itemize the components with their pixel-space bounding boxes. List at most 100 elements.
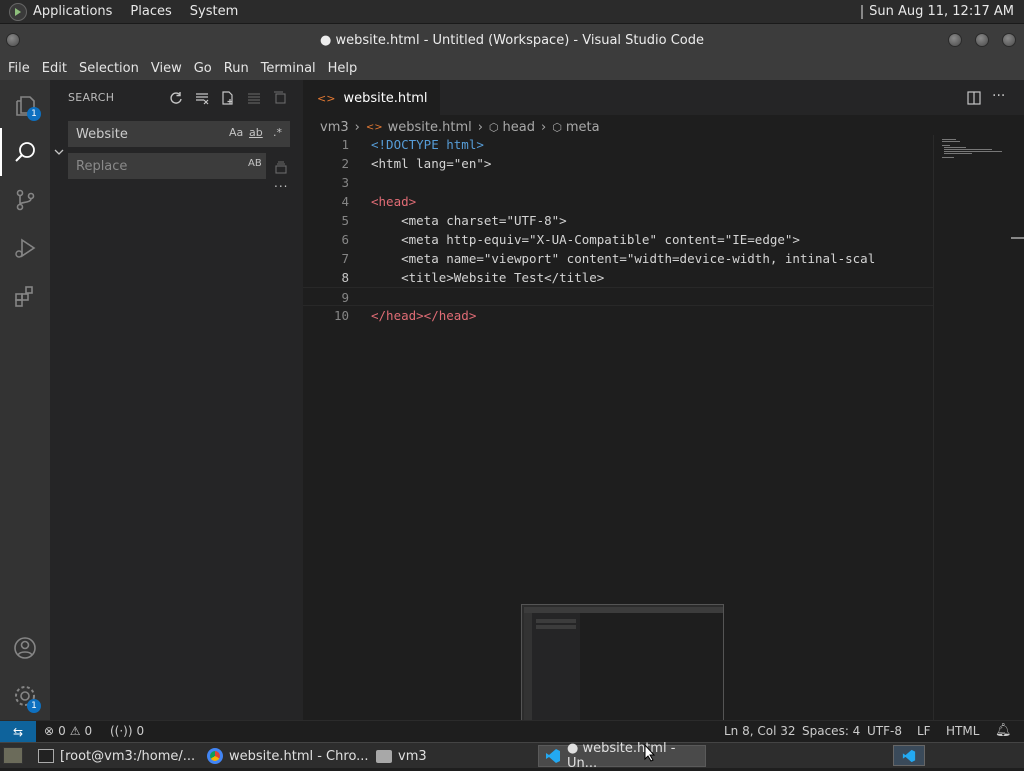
menu-go[interactable]: Go [188, 61, 218, 76]
run-debug-icon [15, 238, 36, 258]
menu-selection[interactable]: Selection [73, 61, 145, 76]
system-menu-applications[interactable]: Applications [33, 4, 112, 19]
minimap-line [944, 149, 992, 150]
minimap-line [944, 153, 972, 154]
replace-all-icon [275, 161, 287, 174]
preview-input [536, 625, 576, 629]
line-text: <title>Website Test</title> [371, 270, 605, 285]
extensions-icon [15, 286, 33, 307]
new-search-editor-button[interactable] [218, 88, 238, 108]
match-case-toggle[interactable]: Aa [229, 126, 243, 139]
line-number: 7 [341, 251, 349, 266]
taskbar-item-folder[interactable]: vm3 [370, 745, 530, 767]
window-title-bar[interactable]: ● website.html - Untitled (Workspace) - … [0, 24, 1024, 56]
show-desktop-icon[interactable] [3, 747, 23, 764]
activity-bar: 1 1 [0, 80, 50, 720]
taskbar-item-label: website.html - Chro... [229, 748, 369, 764]
clear-all-icon [196, 93, 209, 105]
terminal-icon [38, 749, 54, 763]
tab-label: website.html [343, 90, 428, 106]
search-input-value: Website [76, 126, 128, 142]
menu-run[interactable]: Run [218, 61, 255, 76]
split-editor-button[interactable] [967, 90, 981, 109]
system-menu-system[interactable]: System [190, 4, 238, 19]
menu-help[interactable]: Help [322, 61, 364, 76]
preserve-case-toggle[interactable]: AB [248, 158, 262, 169]
chevron-down-icon [54, 149, 64, 155]
preview-input [536, 619, 576, 623]
minimize-button[interactable] [948, 33, 962, 47]
regex-toggle[interactable]: .* [273, 126, 282, 139]
window-title: ● website.html - Untitled (Workspace) - … [319, 32, 704, 48]
cursor-position[interactable]: Ln 8, Col 32 [724, 724, 796, 738]
clear-results-button[interactable] [192, 88, 212, 108]
distro-logo-icon[interactable] [9, 2, 27, 21]
menu-view[interactable]: View [145, 61, 188, 76]
breadcrumb-head[interactable]: head [503, 120, 535, 135]
more-actions-icon[interactable]: ··· [992, 88, 1005, 104]
problems-button[interactable]: ⊗ 0 ⚠ 0 [44, 724, 92, 738]
ports-button[interactable]: ((·)) 0 [110, 724, 144, 738]
search-sidebar: SEARCH Website Aa ab .* Replace AB ... [50, 80, 303, 720]
close-button[interactable] [1002, 33, 1016, 47]
breadcrumb-file[interactable]: website.html [388, 120, 472, 135]
tab-website-html[interactable]: <> website.html [303, 80, 440, 115]
minimap[interactable] [933, 135, 1024, 720]
maximize-button[interactable] [975, 33, 989, 47]
system-clock[interactable]: Sun Aug 11, 12:17 AM [861, 4, 1014, 19]
refresh-button[interactable] [166, 88, 186, 108]
collapse-all-button[interactable] [244, 88, 264, 108]
whole-word-toggle[interactable]: ab [249, 126, 263, 139]
view-as-tree-button[interactable] [270, 88, 290, 108]
more-options-button[interactable]: ... [274, 176, 288, 190]
workspace-switcher[interactable] [893, 745, 925, 766]
clock-text: Sun Aug 11, 12:17 AM [869, 4, 1014, 19]
source-control-button[interactable] [0, 176, 50, 224]
error-count: 0 [58, 724, 66, 738]
run-debug-button[interactable] [0, 224, 50, 272]
code-line: 4 <head> [303, 192, 933, 211]
manage-button[interactable]: 1 [0, 672, 50, 720]
remote-icon: ⇆ [12, 725, 24, 739]
indentation[interactable]: Spaces: 4 [802, 724, 860, 738]
source-control-icon [16, 189, 35, 211]
menu-edit[interactable]: Edit [36, 61, 73, 76]
system-menu-places[interactable]: Places [130, 4, 171, 19]
taskbar-item-label: [root@vm3:/home/... [60, 748, 196, 764]
status-bar: ⇆ ⊗ 0 ⚠ 0 ((·)) 0 Ln 8, Col 32 Spaces: 4… [0, 720, 1024, 743]
code-line: 8 <title>Website Test</title> [303, 268, 933, 287]
extensions-button[interactable] [0, 272, 50, 320]
toggle-replace-button[interactable] [53, 143, 65, 162]
minimap-line [942, 145, 950, 146]
search-input[interactable]: Website Aa ab .* [68, 121, 290, 147]
line-number: 8 [341, 270, 349, 285]
end-of-line[interactable]: LF [917, 724, 931, 738]
remote-indicator-button[interactable]: ⇆ [0, 721, 36, 743]
folder-icon [376, 749, 392, 763]
breadcrumb-meta[interactable]: meta [566, 120, 600, 135]
breadcrumb-folder[interactable]: vm3 [320, 120, 349, 135]
minimap-line [942, 141, 960, 142]
scrollbar-thumb[interactable] [1011, 237, 1024, 239]
line-number: 4 [341, 194, 349, 209]
menu-terminal[interactable]: Terminal [255, 61, 322, 76]
vscode-icon [902, 749, 916, 762]
taskbar-item-chrome[interactable]: website.html - Chro... [201, 745, 369, 767]
bell-icon[interactable]: 🔔︎ [995, 723, 1012, 738]
replace-input[interactable]: Replace AB [68, 153, 266, 179]
code-line: 5 <meta charset="UTF-8"> [303, 211, 933, 230]
taskbar-item-label: ● website.html - Un... [567, 741, 676, 771]
language-mode[interactable]: HTML [946, 724, 979, 738]
line-number: 10 [333, 308, 349, 323]
window-menu-icon[interactable] [6, 33, 20, 47]
mouse-cursor-icon [644, 743, 656, 766]
taskbar-item-terminal[interactable]: [root@vm3:/home/... [32, 745, 200, 767]
search-view-button[interactable] [0, 128, 50, 176]
warning-icon: ⚠ [69, 724, 81, 738]
encoding[interactable]: UTF-8 [867, 724, 902, 738]
taskbar-item-vscode[interactable]: ● website.html - Un... [538, 741, 706, 771]
explorer-button[interactable]: 1 [0, 82, 50, 130]
minimap-line [944, 151, 1002, 152]
accounts-button[interactable] [0, 624, 50, 672]
menu-file[interactable]: File [0, 61, 36, 76]
